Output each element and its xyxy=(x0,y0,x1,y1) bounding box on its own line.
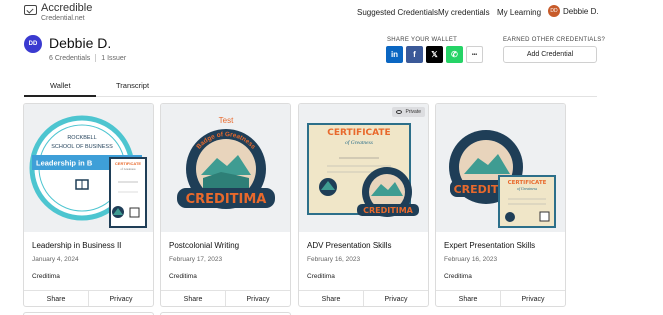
share-wallet-label: SHARE YOUR WALLET xyxy=(387,37,458,43)
badge-text-school: SCHOOL OF BUSINESS xyxy=(51,144,113,150)
add-credential-button[interactable]: Add Credential xyxy=(503,46,597,63)
card-actions: Share Privacy xyxy=(299,290,428,306)
issuers-count: 1 Issuer xyxy=(101,54,127,62)
mini-certificate-title: CERTIFICATE xyxy=(115,161,141,166)
earned-other-label: EARNED OTHER CREDENTIALS? xyxy=(503,37,606,43)
privacy-button[interactable]: Privacy xyxy=(500,291,565,306)
svg-text:of Greatness: of Greatness xyxy=(120,167,136,171)
more-share-button[interactable]: ••• xyxy=(466,46,483,63)
certificate-subtitle: of Greatness xyxy=(517,186,538,191)
badge-brand-text: CREDITIMA xyxy=(186,192,267,207)
linkedin-share-button[interactable]: in xyxy=(386,46,403,63)
private-label: Private xyxy=(405,109,421,115)
nav-my-learning[interactable]: My Learning xyxy=(497,8,541,17)
credential-date: February 16, 2023 xyxy=(307,256,361,263)
credential-title: Leadership in Business II xyxy=(32,241,122,250)
nav-my-credentials[interactable]: My credentials xyxy=(438,8,490,17)
credential-issuer: Creditima xyxy=(32,273,60,280)
credential-title: Postcolonial Writing xyxy=(169,241,240,250)
card-actions: Share Privacy xyxy=(24,290,153,306)
privacy-button[interactable]: Privacy xyxy=(225,291,290,306)
facebook-share-button[interactable]: f xyxy=(406,46,423,63)
profile-name: Debbie D. xyxy=(49,35,112,51)
credential-issuer: Creditima xyxy=(444,273,472,280)
credential-image[interactable]: CERTIFICATE of Greatness CREDITIMA Priva… xyxy=(299,104,428,232)
privacy-button[interactable]: Privacy xyxy=(363,291,428,306)
tab-transcript[interactable]: Transcript xyxy=(116,81,149,90)
credential-title: Expert Presentation Skills xyxy=(444,241,536,250)
wallet-tabs: Wallet Transcript xyxy=(24,75,597,97)
tab-wallet[interactable]: Wallet xyxy=(50,81,71,90)
user-avatar: DD xyxy=(548,5,560,17)
active-tab-indicator xyxy=(24,95,96,97)
eye-slash-icon xyxy=(396,110,403,114)
credential-title: ADV Presentation Skills xyxy=(307,241,392,250)
whatsapp-share-button[interactable]: ✆ xyxy=(446,46,463,63)
card-actions: Share Privacy xyxy=(161,290,290,306)
card-actions: Share Privacy xyxy=(436,290,565,306)
badge-brand-text: CREDIT xyxy=(454,183,499,196)
privacy-button[interactable]: Privacy xyxy=(88,291,153,306)
user-name: Debbie D. xyxy=(563,6,599,16)
certificate-subtitle: of Greatness xyxy=(345,139,373,146)
badge-text-leadership: Leadership in B xyxy=(36,159,93,168)
profile-stats: 6 Credentials 1 Issuer xyxy=(49,54,126,62)
share-button[interactable]: Share xyxy=(436,291,500,306)
credential-issuer: Creditima xyxy=(307,273,335,280)
facebook-icon: f xyxy=(413,50,416,59)
certificate-title: CERTIFICATE xyxy=(327,128,390,138)
badge-top-text: Test xyxy=(219,116,234,125)
badge-brand-text: CREDITIMA xyxy=(363,206,414,215)
logo-name: Accredible xyxy=(41,2,93,14)
user-menu[interactable]: DD Debbie D. xyxy=(548,5,599,17)
credential-image[interactable]: CREDIT CERTIFICATE of Greatness xyxy=(436,104,565,232)
share-button[interactable]: Share xyxy=(299,291,363,306)
credential-image[interactable]: Test CREDITIMA Badge of Greatness xyxy=(161,104,290,232)
credentials-count: 6 Credentials xyxy=(49,54,91,62)
x-share-button[interactable]: 𝕏 xyxy=(426,46,443,63)
credential-card[interactable]: CERTIFICATE of Greatness CREDITIMA Priva… xyxy=(298,103,429,307)
accredible-logo[interactable]: Accredible Credential.net xyxy=(24,3,92,22)
private-badge: Private xyxy=(392,107,425,117)
top-navigation: Accredible Credential.net Suggested Cred… xyxy=(0,0,663,24)
credential-card[interactable]: ROCKBELL SCHOOL OF BUSINESS Leadership i… xyxy=(23,103,154,307)
credential-card[interactable]: CREDIT CERTIFICATE of Greatness Expert P… xyxy=(435,103,566,307)
more-icon: ••• xyxy=(471,51,478,58)
credential-image[interactable]: ROCKBELL SCHOOL OF BUSINESS Leadership i… xyxy=(24,104,153,232)
nav-suggested-credentials[interactable]: Suggested Credentials xyxy=(357,8,438,17)
badge-text-rockbell: ROCKBELL xyxy=(67,135,96,141)
credential-date: January 4, 2024 xyxy=(32,256,79,263)
credential-card[interactable]: Test CREDITIMA Badge of Greatness Postco… xyxy=(160,103,291,307)
credential-date: February 16, 2023 xyxy=(444,256,498,263)
logo-subtitle: Credential.net xyxy=(41,15,85,22)
credential-date: February 17, 2023 xyxy=(169,256,223,263)
share-buttons: in f 𝕏 ✆ ••• xyxy=(386,46,483,63)
share-button[interactable]: Share xyxy=(24,291,88,306)
x-icon: 𝕏 xyxy=(431,50,438,59)
whatsapp-icon: ✆ xyxy=(451,50,458,59)
share-button[interactable]: Share xyxy=(161,291,225,306)
credential-issuer: Creditima xyxy=(169,273,197,280)
linkedin-icon: in xyxy=(390,50,399,59)
logo-icon xyxy=(24,5,37,15)
profile-avatar: DD xyxy=(24,35,42,53)
